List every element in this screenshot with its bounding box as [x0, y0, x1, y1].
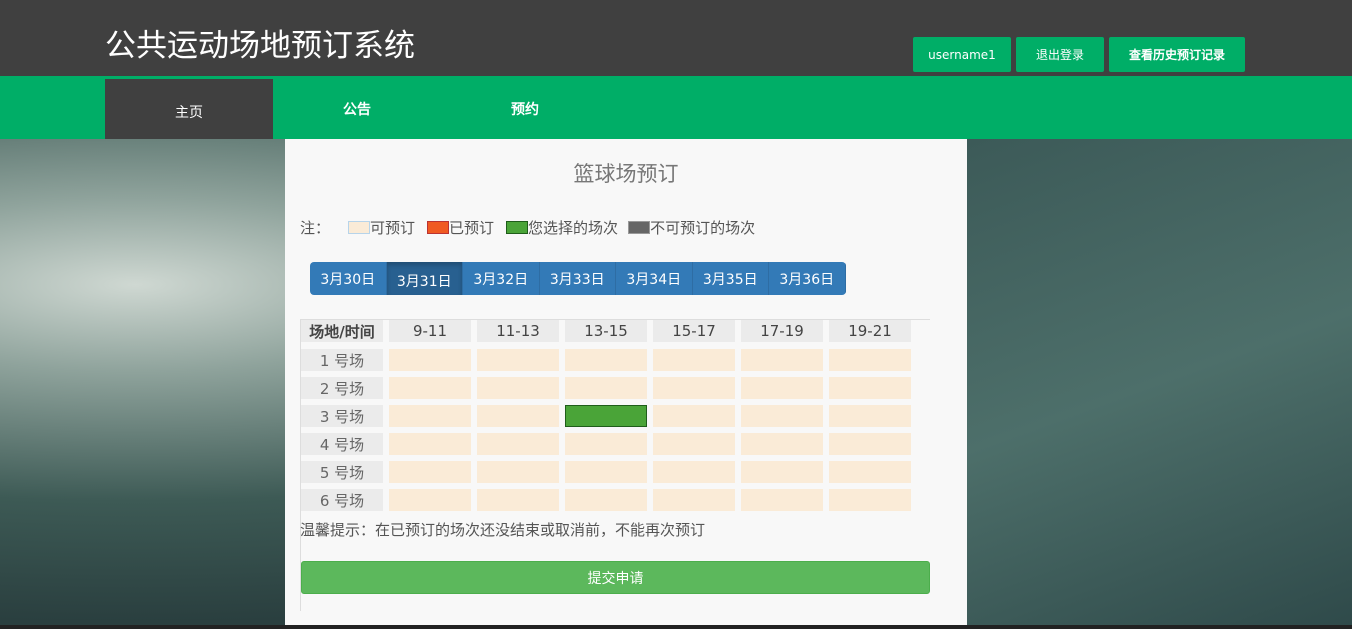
slot-available[interactable]	[829, 489, 911, 511]
slot-available[interactable]	[829, 433, 911, 455]
legend-swatch-selected	[506, 221, 529, 234]
slot-available[interactable]	[741, 433, 823, 455]
slot-available[interactable]	[565, 433, 647, 455]
slot-available[interactable]	[653, 377, 735, 399]
date-button[interactable]: 3月33日	[540, 262, 616, 295]
slot-available[interactable]	[653, 349, 735, 371]
date-button[interactable]: 3月36日	[769, 262, 846, 295]
slot-available[interactable]	[741, 489, 823, 511]
court-label: 3 号场	[301, 405, 383, 427]
legend-label: 您选择的场次	[528, 219, 619, 237]
slot-available[interactable]	[565, 489, 647, 511]
slot-available[interactable]	[741, 349, 823, 371]
history-button[interactable]: 查看历史预订记录	[1109, 37, 1245, 72]
slot-available[interactable]	[741, 377, 823, 399]
date-button[interactable]: 3月35日	[693, 262, 769, 295]
logout-button[interactable]: 退出登录	[1016, 37, 1104, 72]
slot-available[interactable]	[389, 349, 471, 371]
main-nav: 主页 公告 预约	[0, 76, 1352, 139]
date-button[interactable]: 3月32日	[463, 262, 540, 295]
slot-available[interactable]	[389, 489, 471, 511]
legend: 注： 可预订 已预订 您选择的场次 不可预订的场次	[300, 217, 755, 238]
court-label: 1 号场	[301, 349, 383, 371]
slot-available[interactable]	[653, 461, 735, 483]
date-button[interactable]: 3月34日	[616, 262, 693, 295]
slot-available[interactable]	[389, 405, 471, 427]
slot-available[interactable]	[477, 433, 559, 455]
slot-available[interactable]	[653, 405, 735, 427]
legend-label: 可预订	[370, 219, 416, 237]
court-label: 2 号场	[301, 377, 383, 399]
legend-swatch-available	[348, 221, 371, 234]
background-image-right	[967, 139, 1352, 625]
warning-tip: 温馨提示：在已预订的场次还没结束或取消前，不能再次预订	[300, 521, 706, 539]
date-button-group: 3月30日 3月31日 3月32日 3月33日 3月34日 3月35日 3月36日	[310, 262, 846, 295]
court-label: 6 号场	[301, 489, 383, 511]
slot-available[interactable]	[565, 461, 647, 483]
slot-available[interactable]	[389, 461, 471, 483]
legend-swatch-booked	[427, 221, 450, 234]
slot-available[interactable]	[741, 405, 823, 427]
top-header: 公共运动场地预订系统 username1 退出登录 查看历史预订记录	[0, 0, 1352, 76]
slot-available[interactable]	[477, 405, 559, 427]
booking-panel: 篮球场预订 注： 可预订 已预订 您选择的场次 不可预订的场次 3月30日 3月3…	[285, 139, 967, 625]
slot-available[interactable]	[565, 377, 647, 399]
username-button[interactable]: username1	[913, 37, 1011, 72]
slot-available[interactable]	[829, 461, 911, 483]
time-header: 13-15	[565, 320, 647, 342]
slot-available[interactable]	[741, 461, 823, 483]
nav-reservation[interactable]: 预约	[441, 79, 609, 139]
time-header: 9-11	[389, 320, 471, 342]
table-corner-header: 场地/时间	[301, 320, 383, 342]
court-label: 4 号场	[301, 433, 383, 455]
slot-available[interactable]	[477, 377, 559, 399]
slot-available[interactable]	[829, 349, 911, 371]
nav-announcements[interactable]: 公告	[273, 79, 441, 139]
court-label: 5 号场	[301, 461, 383, 483]
legend-prefix: 注：	[300, 219, 331, 237]
time-header: 15-17	[653, 320, 735, 342]
slot-available[interactable]	[477, 461, 559, 483]
slot-available[interactable]	[477, 489, 559, 511]
legend-label: 不可预订的场次	[650, 219, 756, 237]
slot-available[interactable]	[829, 377, 911, 399]
slot-available[interactable]	[829, 405, 911, 427]
nav-home[interactable]: 主页	[105, 79, 273, 139]
date-button[interactable]: 3月30日	[310, 262, 387, 295]
slot-selected[interactable]	[565, 405, 647, 427]
time-header: 19-21	[829, 320, 911, 342]
date-button[interactable]: 3月31日	[386, 262, 463, 295]
slot-available[interactable]	[653, 489, 735, 511]
slot-available[interactable]	[389, 433, 471, 455]
submit-button[interactable]: 提交申请	[301, 561, 930, 594]
panel-title: 篮球场预订	[573, 162, 679, 186]
legend-swatch-unavailable	[628, 221, 651, 234]
slot-available[interactable]	[477, 349, 559, 371]
slot-available[interactable]	[565, 349, 647, 371]
site-title: 公共运动场地预订系统	[105, 28, 415, 64]
time-header: 17-19	[741, 320, 823, 342]
time-header: 11-13	[477, 320, 559, 342]
slot-available[interactable]	[653, 433, 735, 455]
slot-available[interactable]	[389, 377, 471, 399]
legend-label: 已预订	[449, 219, 495, 237]
